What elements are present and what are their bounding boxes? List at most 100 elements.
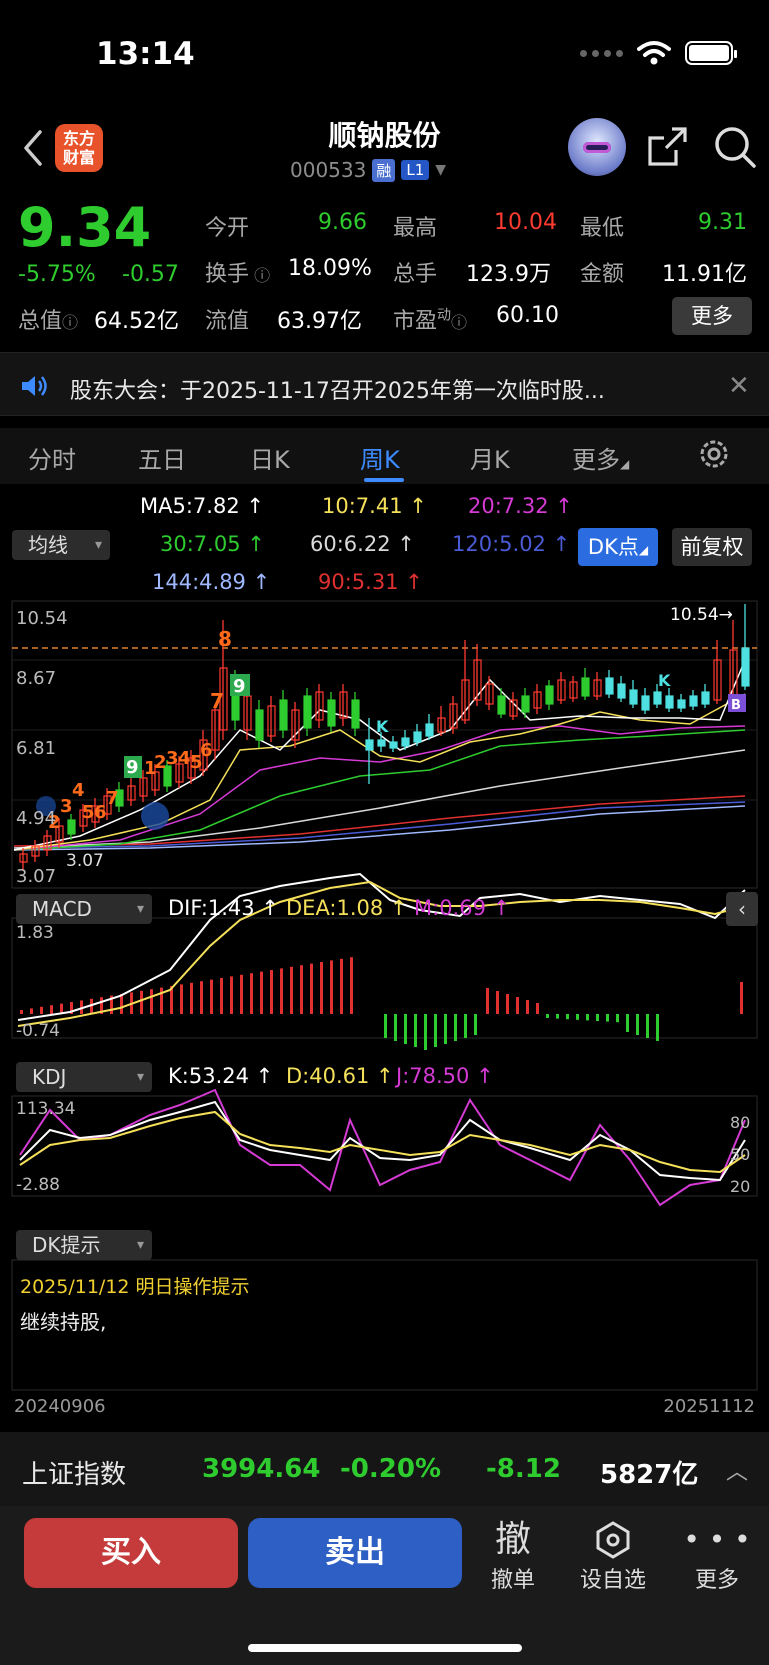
candle-body [701,691,710,705]
macd-bar [556,1014,559,1019]
tab-more[interactable]: 更多◢ [572,440,629,475]
max-price-marker: 10.54→ [670,605,733,625]
more-label: 更多 [694,1568,739,1593]
cancel-order-label: 撤单 [490,1568,535,1593]
tab-weekly-k[interactable]: 周K [360,440,400,475]
wifi-icon [637,41,671,65]
tab-five-day[interactable]: 五日 [138,440,186,475]
more-stats-button[interactable]: 更多 [672,297,752,335]
candle-body [521,695,530,713]
macd-bar [260,971,263,1014]
change-value: -0.57 [122,262,179,287]
index-volume: 5827亿 [600,1460,699,1490]
stat-amount-value: 11.91亿 [662,262,747,287]
notice-bar[interactable]: 股东大会：于2025-11-17召开2025年第一次临时股... ✕ [0,352,769,416]
early-marker-6: 6 [94,802,107,823]
macd-bar [160,987,163,1014]
indicator-selector-ma[interactable]: 均线 [12,530,110,560]
buy-button[interactable]: 买入 [24,1518,238,1588]
index-value: 3994.64 [202,1454,321,1484]
price-axis-label-3: 6.81 [16,738,56,759]
macd-bar [150,989,153,1014]
kline-marker-k: K [376,717,389,736]
macd-bar [230,976,233,1014]
gear-icon[interactable] [696,436,732,472]
macd-bar [740,982,743,1014]
kdj-bottom-label: -2.88 [16,1175,60,1195]
macd-bar [596,1014,599,1021]
stat-pe: 市盈动ⓘ [393,307,468,334]
stat-volume-value: 123.9万 [466,262,551,287]
dk-point-button[interactable]: DK点◢ [578,528,658,566]
stat-turnover-value: 18.09% [288,256,372,281]
forward-adjust-button[interactable]: 前复权 [672,528,752,566]
dk-tip-date: 2025/11/12 明日操作提示 [20,1276,250,1298]
candle-body [741,647,750,687]
indicator-selector-macd[interactable]: MACD [16,894,152,924]
add-watchlist-button[interactable]: 设自选 [568,1518,658,1594]
kdj-level-20: 20 [730,1177,750,1196]
stat-open: 今开 [205,216,250,241]
macd-bar [404,1014,407,1044]
tab-monthly-k[interactable]: 月K [470,440,510,475]
macd-bar [586,1014,589,1021]
chart-end-date: 20251112 [663,1396,755,1417]
index-percent: -0.20% [340,1454,441,1484]
stat-amount: 金额 [580,262,625,287]
stock-code-row[interactable]: 000533 融 L1 ▼ [290,158,446,182]
dk-tip-selector[interactable]: DK提示 [16,1230,152,1260]
ma120-label: 120:5.02 ↑ [452,532,571,556]
candle-body [665,695,674,709]
macd-bar [434,1014,437,1047]
macd-bar [40,1006,43,1014]
index-ticker-bar[interactable]: 上证指数 3994.64 -0.20% -8.12 5827亿 ︿ [0,1432,769,1506]
kline-marker-b: B [731,698,741,713]
candle-body [653,691,662,705]
ma90-label: 90:5.31 ↑ [318,570,423,594]
macd-bar [546,1014,549,1018]
macd-bar [566,1014,569,1020]
more-button[interactable]: • • • 更多 [672,1518,762,1594]
change-percent: -5.75% [18,262,96,287]
cancel-order-button[interactable]: 撤 撤单 [468,1518,558,1594]
macd-bar [340,958,343,1014]
tab-intraday[interactable]: 分时 [28,440,76,475]
macd-bar [516,997,519,1014]
chevron-up-icon[interactable]: ︿ [726,1454,748,1486]
early-marker-2b: 2 [154,752,167,773]
candle-body [279,699,288,731]
macd-bar [300,965,303,1014]
sell-button[interactable]: 卖出 [248,1518,462,1588]
macd-bar [30,1008,33,1014]
macd-m-label: M:0.69 ↑ [414,896,511,920]
level-tag: L1 [401,160,430,180]
kdj-top-label: 113.34 [16,1099,75,1119]
hexagon-icon [568,1518,658,1562]
candle-body [617,683,626,699]
macd-bar [250,973,253,1014]
share-icon[interactable] [646,126,688,168]
kdj-k-label: K:53.24 ↑ [168,1064,274,1088]
early-marker-3b: 3 [166,748,179,769]
kdj-level-80: 80 [730,1113,750,1132]
tab-daily-k[interactable]: 日K [250,440,290,475]
collapse-panel-icon[interactable]: ‹ [726,892,758,926]
stat-open-value: 9.66 [318,210,367,235]
add-watchlist-label: 设自选 [579,1568,646,1593]
macd-bar [636,1014,639,1035]
macd-bar [240,974,243,1014]
close-icon[interactable]: ✕ [728,371,750,401]
candle-body [351,699,360,729]
macd-bar [220,978,223,1014]
indicator-selector-kdj[interactable]: KDJ [16,1062,152,1092]
ma30-label: 30:7.05 ↑ [160,532,265,556]
macd-bar [120,994,123,1014]
macd-bar [310,963,313,1014]
search-icon[interactable] [712,124,758,170]
kdj-level-50: 50 [730,1145,750,1164]
status-time: 13:14 [96,36,195,72]
macd-bar [506,994,509,1014]
assistant-robot-icon[interactable] [568,118,626,176]
price-axis-label-1: 10.54 [16,608,68,629]
candle-body [365,739,374,751]
